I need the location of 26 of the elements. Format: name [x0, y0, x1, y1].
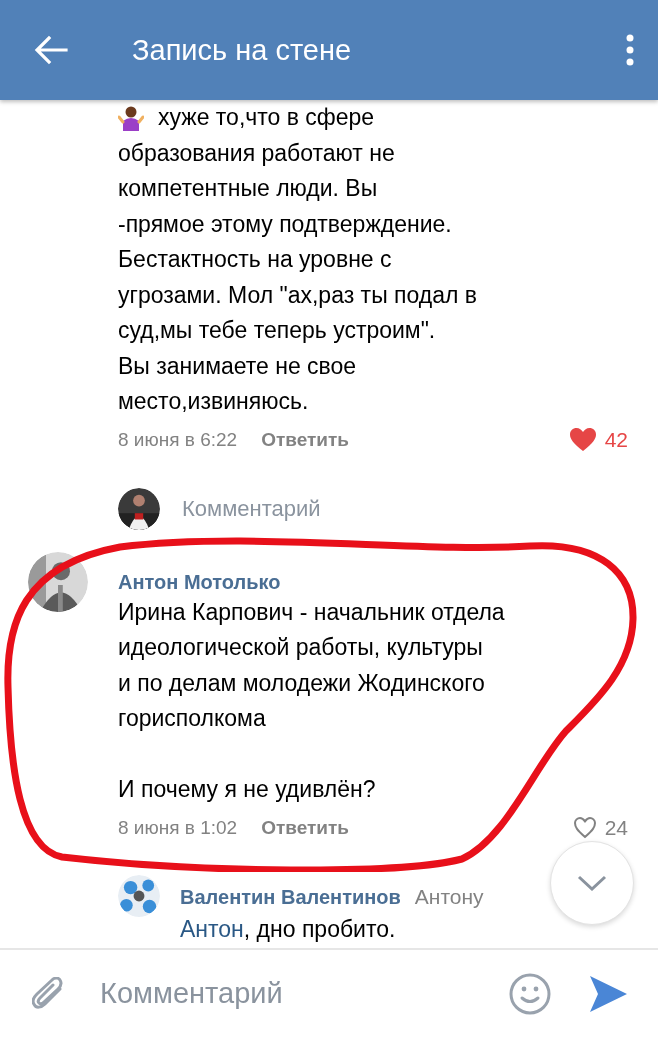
comment-text: Ирина Карпович - начальник отдела идеологической работы, культуры и по делам молодежи Жодинского горисполкома И почему я не удивлён?	[118, 597, 506, 804]
shrugging-person-icon	[118, 104, 144, 131]
author-name[interactable]: Валентин Валентинов	[180, 883, 401, 910]
page-title: Запись на стене	[132, 33, 353, 67]
reply-link[interactable]: Ответить	[261, 428, 349, 451]
comment-text: Антон, дно пробито.	[180, 914, 397, 944]
mention-link[interactable]: Антон	[180, 915, 244, 942]
heart-icon[interactable]	[572, 816, 597, 839]
paperclip-icon[interactable]	[32, 976, 64, 1011]
like-count: 24	[604, 815, 628, 840]
heart-icon[interactable]	[568, 427, 597, 452]
comment-text: хуже то,что в сфере	[158, 103, 375, 132]
reply-prompt[interactable]: Комментарий	[182, 495, 321, 522]
comment-date: 8 июня в 1:02	[118, 816, 238, 839]
comment-input[interactable]: Комментарий	[98, 976, 509, 1011]
reply-to-label: Антону	[414, 883, 484, 910]
more-menu-icon[interactable]	[626, 34, 634, 66]
reply-link[interactable]: Ответить	[261, 816, 349, 839]
comment-date: 8 июня в 6:22	[118, 428, 238, 451]
like-count: 42	[604, 427, 628, 452]
author-name[interactable]: Антон Мотолько	[118, 568, 628, 595]
chevron-down-icon	[577, 875, 607, 891]
back-arrow-icon[interactable]	[34, 34, 70, 66]
comment-text: образования работают не компетентные люди. Вы -прямое этому подтверждение. Бестактность на уровне с угрозами. Мол "ах,раз ты подал в суд,мы тебе теперь устроим". Вы занимаете не свое место,извиняюсь.	[118, 138, 479, 416]
send-icon[interactable]	[589, 974, 628, 1013]
smiley-icon[interactable]	[509, 972, 551, 1015]
